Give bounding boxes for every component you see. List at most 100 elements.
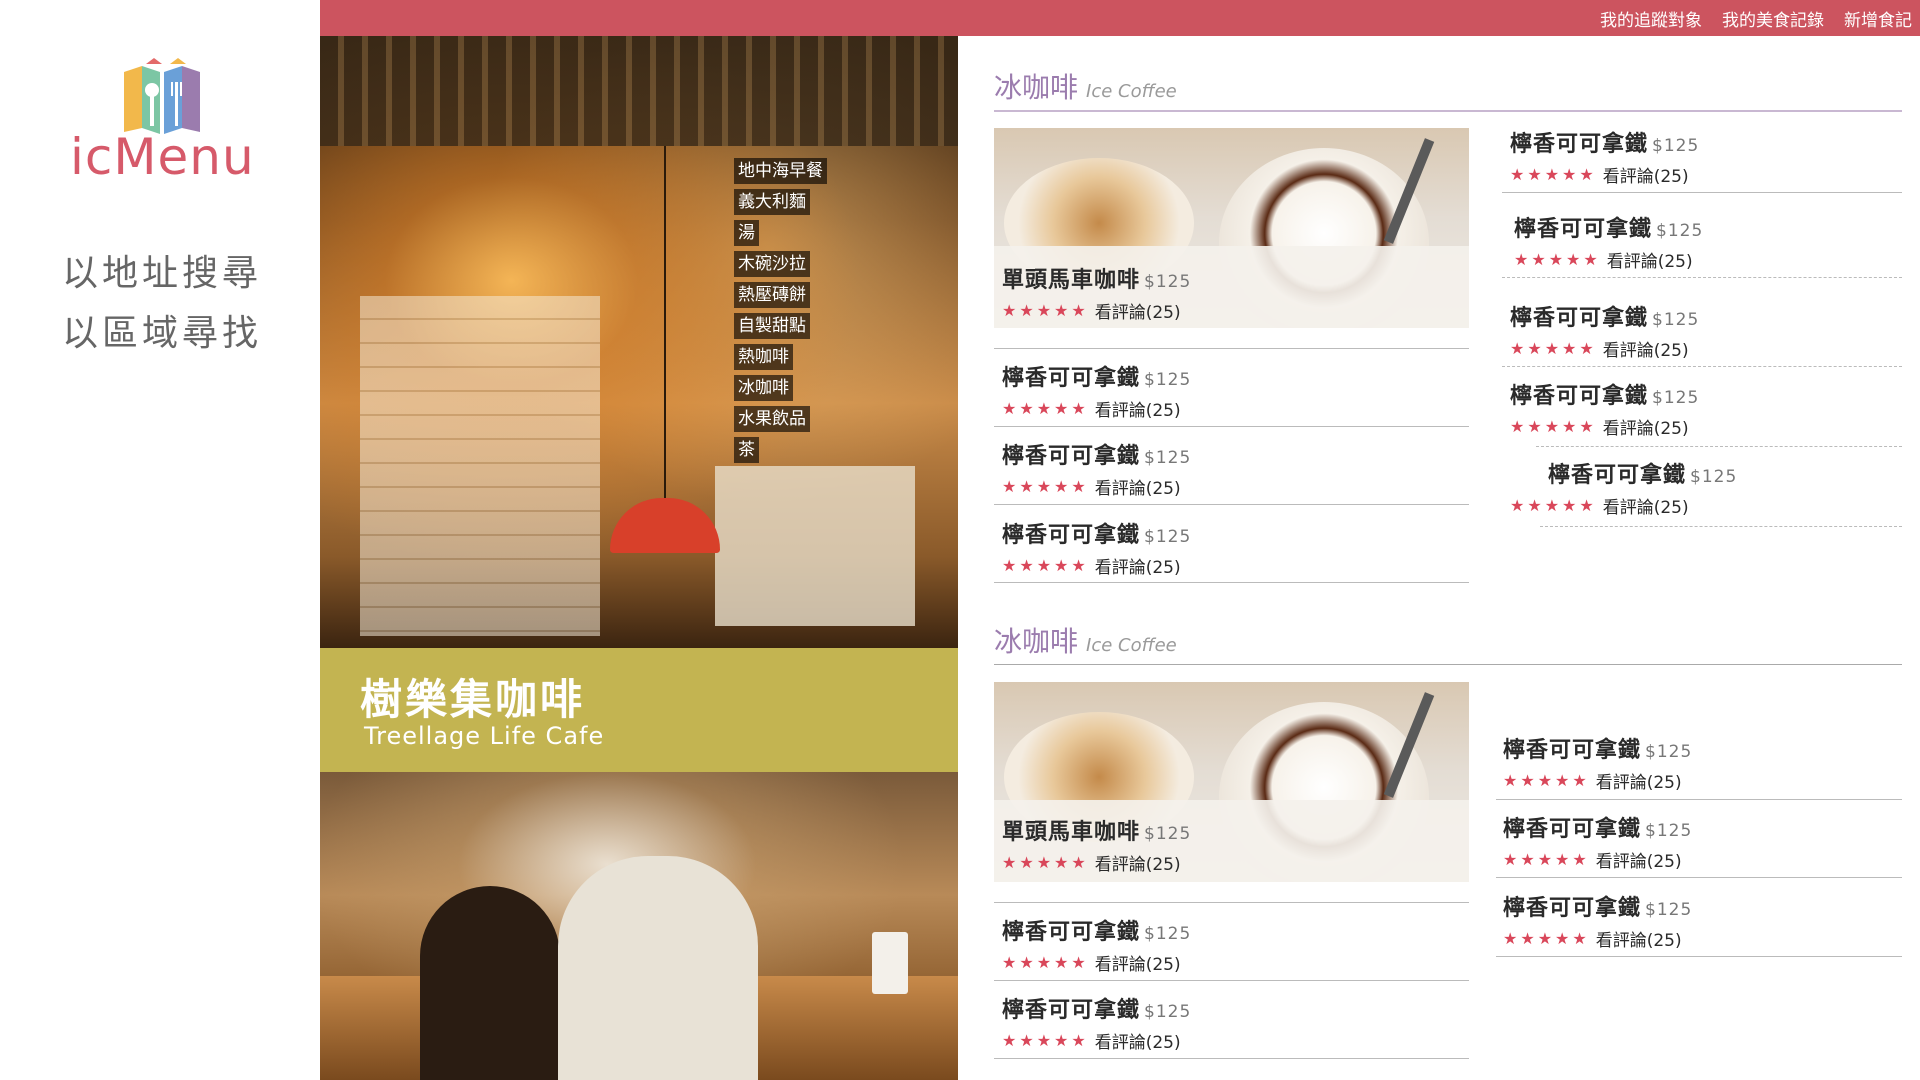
menu-item[interactable]: 檸香可可拿鐵 $125 ★★★★★ 看評論(25) <box>1510 300 1699 361</box>
star-rating: ★★★★★ <box>1510 339 1597 358</box>
item-price: $125 <box>1690 467 1738 487</box>
menu-item[interactable]: 檸香可可拿鐵 $125 ★★★★★ 看評論(25) <box>1002 914 1191 975</box>
category-item[interactable]: 冰咖啡 <box>734 375 793 401</box>
star-rating: ★★★★★ <box>1510 417 1597 436</box>
view-reviews-link[interactable]: 看評論(25) <box>1596 847 1682 872</box>
row-divider <box>1540 526 1902 527</box>
category-item[interactable]: 義大利麵 <box>734 189 810 215</box>
featured-item-info: 單頭馬車咖啡 $125 ★★★★★ 看評論(25) <box>1002 814 1191 875</box>
item-price: $125 <box>1645 900 1693 920</box>
featured-item-card[interactable]: 單頭馬車咖啡 $125 ★★★★★ 看評論(25) <box>994 128 1469 328</box>
view-reviews-link[interactable]: 看評論(25) <box>1095 474 1181 499</box>
star-rating: ★★★★★ <box>1002 556 1089 575</box>
photo-person <box>558 856 758 1080</box>
row-divider <box>1502 366 1902 367</box>
star-rating: ★★★★★ <box>1503 771 1590 790</box>
section-title-zh: 冰咖啡 <box>994 71 1079 104</box>
menu-item[interactable]: 檸香可可拿鐵 $125 ★★★★★ 看評論(25) <box>1002 360 1191 421</box>
view-reviews-link[interactable]: 看評論(25) <box>1607 247 1693 272</box>
item-name: 單頭馬車咖啡 <box>1002 820 1141 845</box>
row-divider <box>994 582 1469 583</box>
star-rating: ★★★★★ <box>1510 496 1597 515</box>
featured-item-card[interactable]: 單頭馬車咖啡 $125 ★★★★★ 看評論(25) <box>994 682 1469 882</box>
section-title-en: Ice Coffee <box>1086 635 1177 656</box>
category-item[interactable]: 自製甜點 <box>734 313 810 339</box>
row-divider <box>1496 799 1902 800</box>
item-price: $125 <box>1144 527 1192 547</box>
item-name: 檸香可可拿鐵 <box>1503 896 1642 921</box>
view-reviews-link[interactable]: 看評論(25) <box>1095 553 1181 578</box>
my-follows-link[interactable]: 我的追蹤對象 <box>1600 6 1702 31</box>
top-nav: 我的追蹤對象 我的美食記錄 新增食記 <box>1600 0 1912 36</box>
search-by-address-link[interactable]: 以地址搜尋 <box>62 244 262 296</box>
photo-lamp-wire <box>664 146 666 502</box>
menu-item[interactable]: 檸香可可拿鐵 $125 ★★★★★ 看評論(25) <box>1002 992 1191 1053</box>
top-bar: 我的追蹤對象 我的美食記錄 新增食記 <box>320 0 1920 36</box>
photo-red-lamp <box>610 498 720 553</box>
item-name: 檸香可可拿鐵 <box>1514 217 1653 242</box>
menu-item[interactable]: 檸香可可拿鐵 $125 ★★★★★ 看評論(25) <box>1002 517 1191 578</box>
view-reviews-link[interactable]: 看評論(25) <box>1596 926 1682 951</box>
view-reviews-link[interactable]: 看評論(25) <box>1095 396 1181 421</box>
item-price: $125 <box>1144 272 1192 292</box>
menu-content: 冰咖啡 Ice Coffee 單頭馬車咖啡 $125 ★★★★★ 看評論(25) 檸香… <box>958 36 1920 1080</box>
menu-item[interactable]: 檸香可可拿鐵 $125 ★★★★★ 看評論(25) <box>1503 732 1692 793</box>
category-item[interactable]: 水果飲品 <box>734 406 810 432</box>
row-divider <box>994 504 1469 505</box>
star-rating: ★★★★★ <box>1002 399 1089 418</box>
brand-logo[interactable]: icMenu <box>68 58 258 188</box>
restaurant-name-zh: 樹樂集咖啡 <box>360 675 586 724</box>
view-reviews-link[interactable]: 看評論(25) <box>1603 336 1689 361</box>
category-item[interactable]: 地中海早餐 <box>734 158 827 184</box>
item-price: $125 <box>1144 824 1192 844</box>
menu-item[interactable]: 檸香可可拿鐵 $125 ★★★★★ 看評論(25) <box>1510 378 1699 439</box>
star-rating: ★★★★★ <box>1002 853 1089 872</box>
item-name: 檸香可可拿鐵 <box>1002 523 1141 548</box>
menu-item[interactable]: 檸香可可拿鐵 $125 ★★★★★ 看評論(25) <box>1510 126 1699 187</box>
view-reviews-link[interactable]: 看評論(25) <box>1095 950 1181 975</box>
search-by-area-link[interactable]: 以區域尋找 <box>62 304 262 356</box>
item-price: $125 <box>1645 742 1693 762</box>
view-reviews-link[interactable]: 看評論(25) <box>1095 298 1181 323</box>
menu-item[interactable]: 檸香可可拿鐵 $125 ★★★★★ 看評論(25) <box>1002 438 1191 499</box>
category-menu: 地中海早餐 義大利麵 湯 木碗沙拉 熱壓磚餅 自製甜點 熱咖啡 冰咖啡 水果飲品… <box>734 158 827 463</box>
item-price: $125 <box>1144 370 1192 390</box>
category-item[interactable]: 熱咖啡 <box>734 344 793 370</box>
book-cutlery-icon <box>124 58 200 134</box>
photo-person <box>420 886 560 1080</box>
view-reviews-link[interactable]: 看評論(25) <box>1095 1028 1181 1053</box>
category-item[interactable]: 茶 <box>734 437 759 463</box>
star-rating: ★★★★★ <box>1514 250 1601 269</box>
restaurant-photo-panel: 樹樂集咖啡 Treellage Life Cafe 地中海早餐 義大利麵 湯 木… <box>320 36 958 1080</box>
cafe-interior-photo <box>320 36 958 648</box>
item-name: 檸香可可拿鐵 <box>1548 463 1687 488</box>
view-reviews-link[interactable]: 看評論(25) <box>1596 768 1682 793</box>
row-divider <box>1502 277 1902 278</box>
row-divider <box>994 348 1469 349</box>
menu-item[interactable]: 檸香可可拿鐵 $125 ★★★★★ 看評論(25) <box>1503 890 1692 951</box>
star-rating: ★★★★★ <box>1510 165 1597 184</box>
view-reviews-link[interactable]: 看評論(25) <box>1603 493 1689 518</box>
menu-item[interactable]: 檸香可可拿鐵 $125 ★★★★★ 看評論(25) <box>1514 211 1703 272</box>
featured-item-info: 單頭馬車咖啡 $125 ★★★★★ 看評論(25) <box>1002 262 1191 323</box>
add-food-review-link[interactable]: 新增食記 <box>1844 6 1912 31</box>
menu-item[interactable]: 檸香可可拿鐵 $125 ★★★★★ 看評論(25) <box>1510 457 1737 518</box>
star-rating: ★★★★★ <box>1503 929 1590 948</box>
menu-item[interactable]: 檸香可可拿鐵 $125 ★★★★★ 看評論(25) <box>1503 811 1692 872</box>
star-rating: ★★★★★ <box>1002 953 1089 972</box>
my-food-records-link[interactable]: 我的美食記錄 <box>1722 6 1824 31</box>
star-rating: ★★★★★ <box>1503 850 1590 869</box>
view-reviews-link[interactable]: 看評論(25) <box>1603 414 1689 439</box>
star-rating: ★★★★★ <box>1002 1031 1089 1050</box>
view-reviews-link[interactable]: 看評論(25) <box>1095 850 1181 875</box>
item-name: 檸香可可拿鐵 <box>1002 444 1141 469</box>
brand-name: icMenu <box>70 128 255 186</box>
category-item[interactable]: 湯 <box>734 220 759 246</box>
item-name: 檸香可可拿鐵 <box>1002 998 1141 1023</box>
item-price: $125 <box>1645 821 1693 841</box>
section-title-en: Ice Coffee <box>1086 81 1177 102</box>
category-item[interactable]: 木碗沙拉 <box>734 251 810 277</box>
view-reviews-link[interactable]: 看評論(25) <box>1603 162 1689 187</box>
category-item[interactable]: 熱壓磚餅 <box>734 282 810 308</box>
section-divider <box>994 664 1902 665</box>
